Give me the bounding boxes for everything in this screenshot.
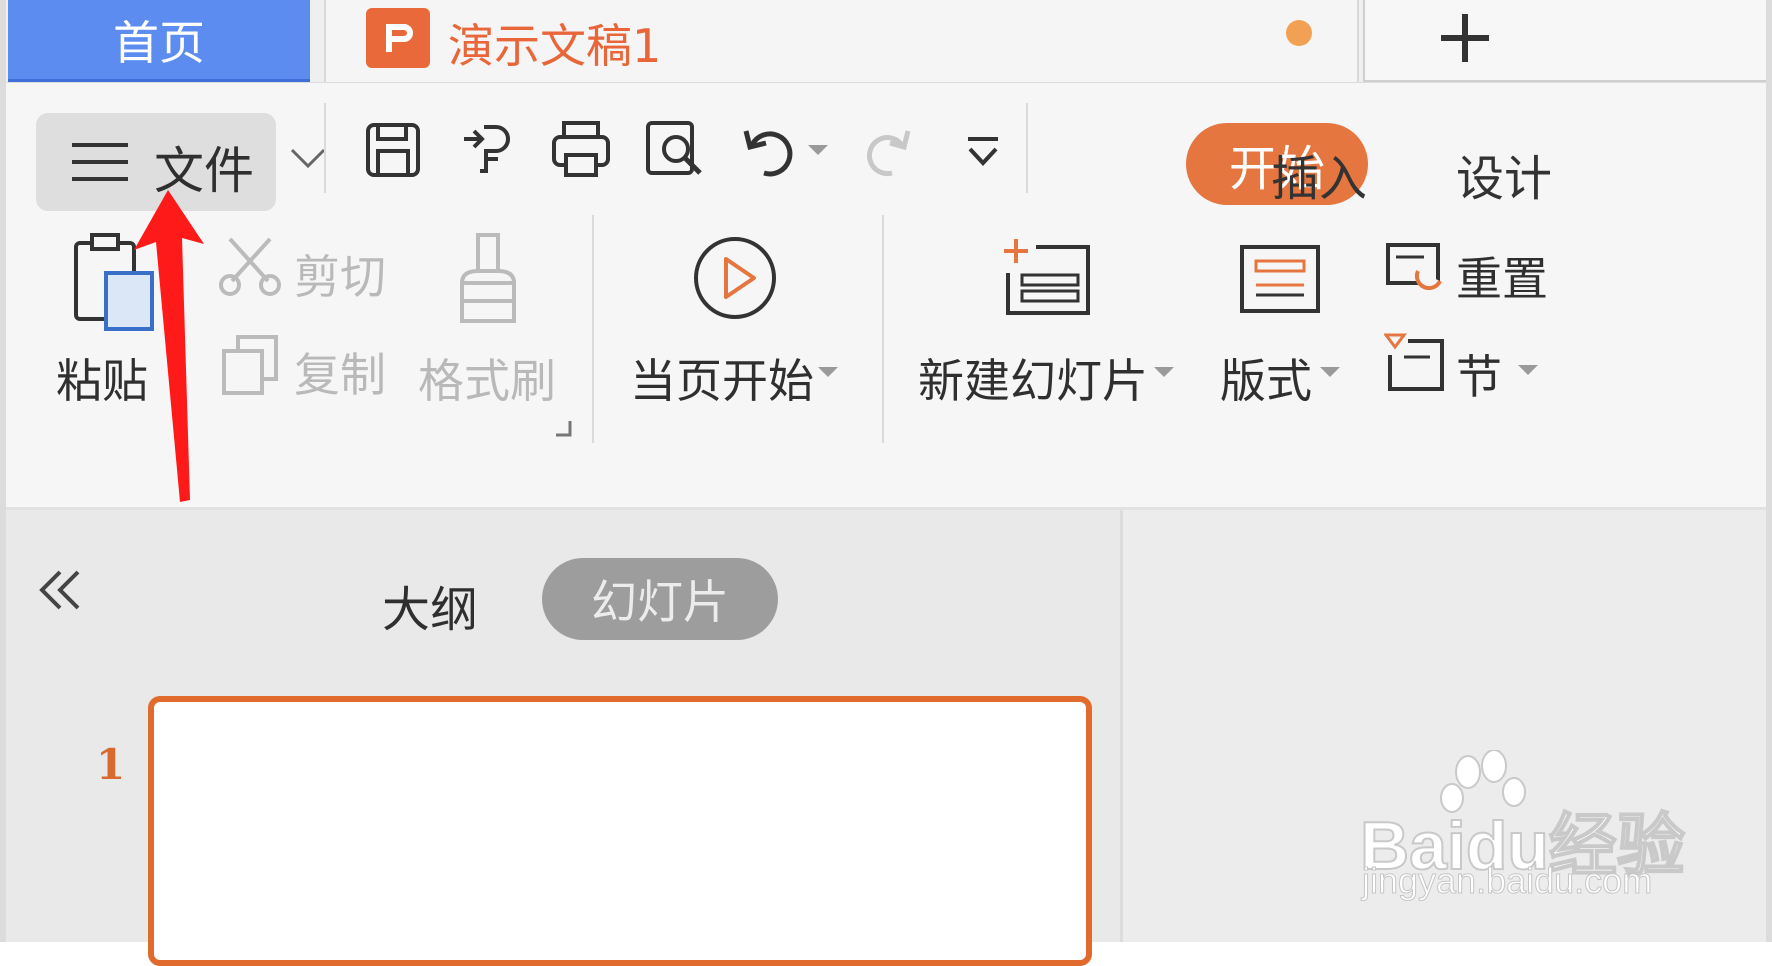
export-icon[interactable] xyxy=(456,119,518,181)
toolbar-divider xyxy=(324,103,326,193)
group-divider xyxy=(592,215,594,443)
tab-insert[interactable]: 插入 xyxy=(1271,139,1367,209)
new-slide-icon[interactable] xyxy=(1002,237,1092,315)
tab-design[interactable]: 设计 xyxy=(1456,139,1552,209)
layout-dropdown-icon[interactable] xyxy=(1320,367,1340,377)
slide-number: 1 xyxy=(96,740,126,789)
annotation-arrow-icon xyxy=(134,190,204,502)
format-painter-label[interactable]: 格式刷 xyxy=(418,345,556,411)
new-tab-button[interactable] xyxy=(1363,0,1766,82)
slides-tab[interactable]: 幻灯片 xyxy=(542,558,778,640)
tab-home-label: 首页 xyxy=(113,15,205,70)
tab-document[interactable]: 演示文稿1 xyxy=(324,0,1359,82)
new-slide-label[interactable]: 新建幻灯片 xyxy=(918,345,1148,411)
chevron-down-icon[interactable] xyxy=(289,146,327,172)
watermark-url: jingyan.baidu.com xyxy=(1361,860,1653,902)
collapse-panel-icon[interactable] xyxy=(36,568,86,612)
slides-panel: 大纲 幻灯片 1 xyxy=(6,510,1120,966)
print-preview-icon[interactable] xyxy=(644,119,706,181)
play-dropdown-icon[interactable] xyxy=(818,367,838,377)
play-from-current-icon[interactable] xyxy=(692,235,778,321)
outline-tab[interactable]: 大纲 xyxy=(382,570,478,640)
layout-icon[interactable] xyxy=(1238,243,1322,315)
format-painter-icon[interactable] xyxy=(450,233,526,325)
document-title: 演示文稿1 xyxy=(448,19,662,73)
undo-icon[interactable] xyxy=(740,123,798,179)
copy-label[interactable]: 复制 xyxy=(294,339,386,405)
print-icon[interactable] xyxy=(550,119,612,181)
group-divider xyxy=(882,215,884,443)
hamburger-menu-icon xyxy=(72,143,128,181)
cut-label[interactable]: 剪切 xyxy=(294,241,386,307)
tab-bar: 首页 演示文稿1 xyxy=(6,0,1766,82)
tab-home[interactable]: 首页 xyxy=(8,0,310,82)
toolbar-divider xyxy=(1026,103,1028,193)
unsaved-indicator xyxy=(1286,20,1312,46)
plus-icon xyxy=(1441,14,1489,62)
undo-dropdown-icon[interactable] xyxy=(808,145,828,155)
cut-icon[interactable] xyxy=(218,235,282,297)
slides-tab-label: 幻灯片 xyxy=(591,575,729,629)
play-from-current-label[interactable]: 当页开始 xyxy=(630,345,814,411)
copy-icon[interactable] xyxy=(218,333,282,397)
customize-toolbar-icon[interactable] xyxy=(964,135,1002,169)
redo-icon[interactable] xyxy=(862,123,914,179)
slide-thumbnail[interactable] xyxy=(148,696,1092,966)
save-icon[interactable] xyxy=(364,121,422,179)
layout-label[interactable]: 版式 xyxy=(1220,345,1312,411)
presentation-logo-icon xyxy=(366,8,430,68)
ribbon: 文件 开始 插入 设计 粘贴 剪切 复制 格式刷 当页开始 新建幻灯片 版式 重… xyxy=(6,82,1766,508)
reset-label[interactable]: 重置 xyxy=(1456,243,1548,309)
section-dropdown-icon[interactable] xyxy=(1518,365,1538,375)
new-slide-dropdown-icon[interactable] xyxy=(1154,367,1174,377)
section-label[interactable]: 节 xyxy=(1456,341,1502,407)
dialog-launcher-icon[interactable] xyxy=(554,419,572,437)
reset-icon[interactable] xyxy=(1384,241,1446,297)
section-icon[interactable] xyxy=(1384,333,1446,393)
